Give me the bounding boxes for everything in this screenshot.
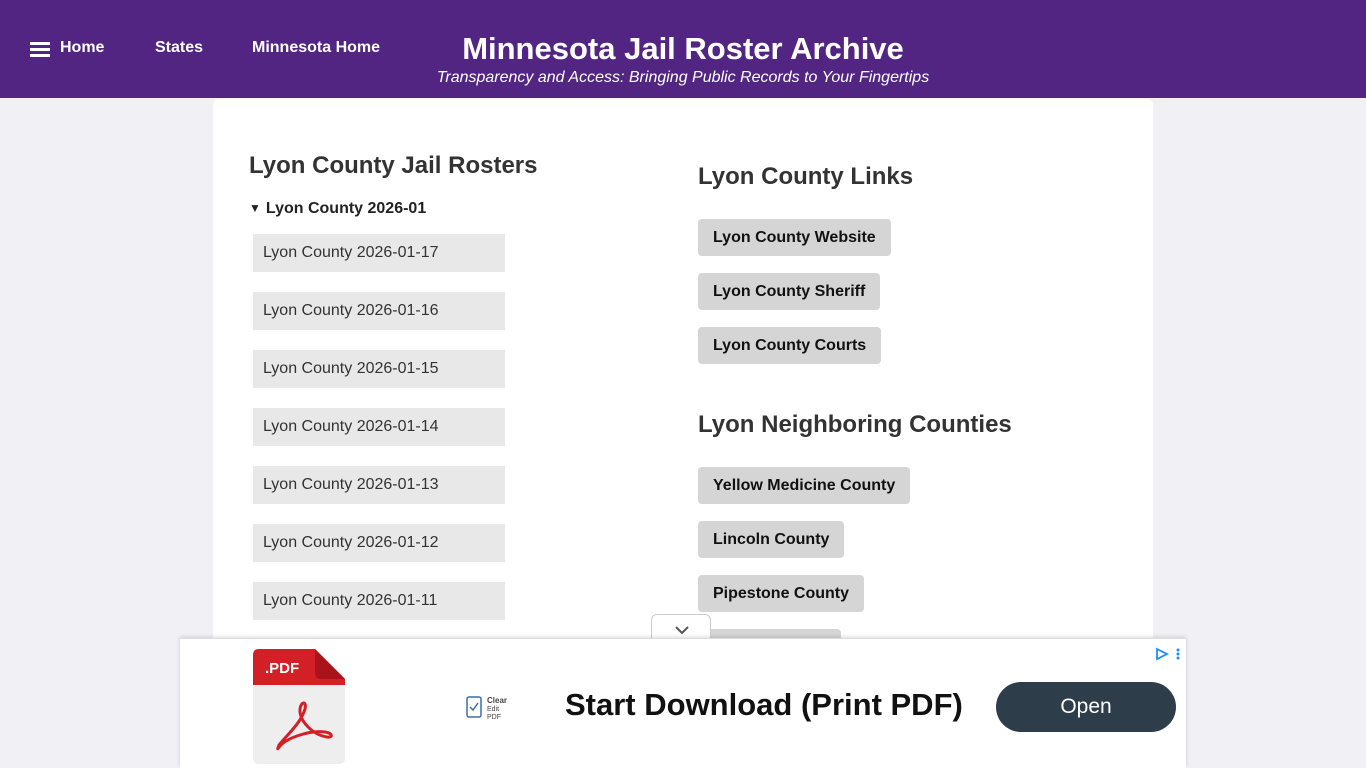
county-links-heading: Lyon County Links	[698, 163, 914, 190]
site-title: Minnesota Jail Roster Archive	[462, 31, 904, 66]
ad-banner[interactable]: .PDF Clear Edit PDF Start Download (Prin…	[180, 638, 1186, 768]
county-courts-button[interactable]: Lyon County Courts	[698, 327, 882, 364]
nav-home-link[interactable]: Home	[60, 39, 104, 57]
pdf-file-icon: .PDF	[253, 649, 345, 764]
svg-text:Clear: Clear	[487, 696, 507, 705]
month-toggle[interactable]: ▼ Lyon County 2026-01	[249, 200, 426, 218]
pdf-badge-text: .PDF	[265, 660, 299, 677]
clear-edit-pdf-logo: Clear Edit PDF	[466, 696, 507, 721]
neighbor-county-button[interactable]: Lincoln County	[698, 521, 845, 558]
neighboring-counties-heading: Lyon Neighboring Counties	[698, 411, 1012, 438]
county-website-button[interactable]: Lyon County Website	[698, 219, 891, 256]
adchoices-icon[interactable]	[1153, 647, 1183, 661]
roster-link[interactable]: Lyon County 2026-01-12	[253, 524, 505, 562]
roster-link[interactable]: Lyon County 2026-01-13	[253, 466, 505, 504]
roster-link[interactable]: Lyon County 2026-01-15	[253, 350, 505, 388]
roster-link[interactable]: Lyon County 2026-01-16	[253, 292, 505, 330]
nav-states-link[interactable]: States	[155, 39, 203, 57]
roster-link[interactable]: Lyon County 2026-01-11	[253, 582, 505, 620]
roster-link[interactable]: Lyon County 2026-01-17	[253, 234, 505, 272]
rosters-heading: Lyon County Jail Rosters	[249, 152, 538, 179]
site-header: Home States Minnesota Home Minnesota Jai…	[0, 0, 1366, 98]
ad-headline[interactable]: Start Download (Print PDF)	[565, 687, 963, 723]
site-subtitle: Transparency and Access: Bringing Public…	[436, 69, 930, 86]
chevron-down-icon	[675, 626, 689, 635]
ad-open-button[interactable]: Open	[996, 682, 1176, 732]
neighbor-county-button[interactable]: Yellow Medicine County	[698, 467, 911, 504]
svg-text:Edit: Edit	[487, 706, 499, 713]
nav-minnesota-home-link[interactable]: Minnesota Home	[252, 39, 380, 57]
county-sheriff-button[interactable]: Lyon County Sheriff	[698, 273, 881, 310]
roster-link[interactable]: Lyon County 2026-01-14	[253, 408, 505, 446]
neighbor-county-button[interactable]: Pipestone County	[698, 575, 865, 612]
site-title-block: Minnesota Jail Roster Archive Transparen…	[400, 30, 966, 88]
triangle-down-icon: ▼	[249, 201, 261, 215]
month-toggle-label: Lyon County 2026-01	[265, 200, 427, 217]
svg-text:PDF: PDF	[487, 714, 501, 721]
menu-icon[interactable]	[30, 42, 50, 57]
